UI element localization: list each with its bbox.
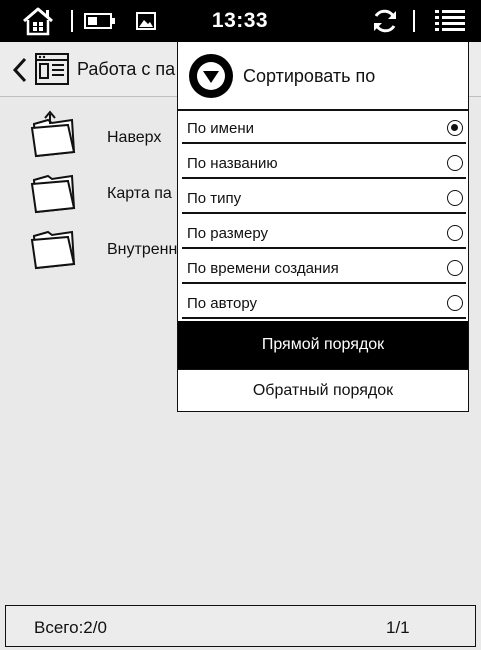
sort-option-title[interactable]: По названию (182, 146, 466, 179)
sort-option-label: По автору (187, 295, 257, 312)
gallery-icon[interactable] (135, 0, 157, 42)
battery-icon (84, 0, 116, 42)
page-title: Работа с па (77, 59, 176, 79)
folder-icon (28, 220, 78, 277)
list-item-label: Карта па (107, 185, 172, 202)
sort-option-name[interactable]: По имени (182, 111, 466, 144)
sort-option-author[interactable]: По автору (182, 286, 466, 319)
sort-option-label: По имени (187, 120, 254, 137)
sort-option-label: По размеру (187, 225, 269, 242)
menu-icon[interactable] (432, 0, 468, 42)
back-arrow-icon[interactable] (12, 56, 28, 89)
radio-button[interactable] (447, 260, 463, 276)
clock: 13:33 (211, 9, 269, 32)
sort-menu-title: Сортировать по (243, 66, 376, 86)
file-manager-icon (34, 52, 70, 91)
list-item-label: Наверх (107, 129, 162, 146)
status-separator (413, 10, 415, 32)
page-indicator[interactable]: 1/1 (386, 606, 410, 648)
reverse-order-button[interactable]: Обратный порядок (178, 369, 468, 411)
radio-button[interactable] (447, 190, 463, 206)
sort-down-circle-icon (188, 53, 234, 104)
folder-up-icon (28, 108, 78, 165)
total-count: Всего:2/0 (34, 618, 107, 637)
sync-icon[interactable] (368, 0, 402, 42)
radio-button[interactable] (447, 120, 463, 136)
status-separator (71, 10, 73, 32)
sort-menu-header: Сортировать по (178, 42, 468, 111)
sort-option-label: По типу (187, 190, 242, 207)
sort-option-created[interactable]: По времени создания (182, 251, 466, 284)
radio-button[interactable] (447, 295, 463, 311)
sort-option-label: По времени создания (187, 260, 339, 277)
radio-button[interactable] (447, 155, 463, 171)
sort-option-label: По названию (187, 155, 278, 172)
radio-button[interactable] (447, 225, 463, 241)
sort-option-type[interactable]: По типу (182, 181, 466, 214)
sort-option-size[interactable]: По размеру (182, 216, 466, 249)
home-icon[interactable] (20, 0, 56, 42)
direct-order-button[interactable]: Прямой порядок (178, 321, 468, 369)
sort-menu: Сортировать по По имени По названию По т… (177, 42, 469, 412)
footer-bar: Всего:2/0 1/1 (5, 605, 476, 647)
list-item-label: Внутренн (107, 241, 178, 258)
folder-icon (28, 164, 78, 221)
status-bar: 13:33 (0, 0, 481, 42)
